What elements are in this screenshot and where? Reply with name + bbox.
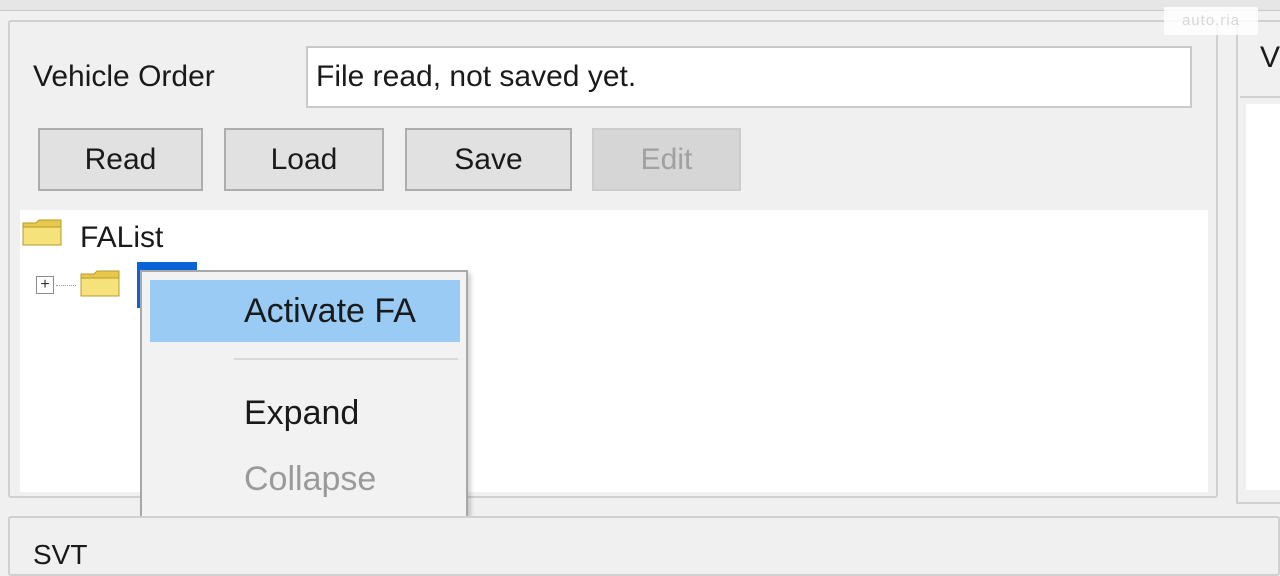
menu-item-collapse: Collapse <box>244 460 377 498</box>
folder-icon <box>22 219 62 246</box>
load-button[interactable]: Load <box>224 128 384 191</box>
menu-item-activate-fa[interactable]: Activate FA <box>150 280 460 342</box>
window-top-strip <box>0 0 1280 11</box>
tree-connector <box>56 285 76 286</box>
folder-icon <box>80 270 120 297</box>
watermark-logo: auto.ria <box>1164 7 1258 35</box>
svt-group <box>8 516 1280 576</box>
read-button[interactable]: Read <box>38 128 203 191</box>
vehicle-order-status-field[interactable]: File read, not saved yet. <box>306 46 1192 108</box>
expand-icon[interactable]: + <box>36 276 54 294</box>
right-panel-content <box>1246 104 1280 490</box>
vehicle-order-label: Vehicle Order <box>33 60 215 93</box>
edit-button: Edit <box>592 128 741 191</box>
right-panel-header: V <box>1260 41 1280 74</box>
right-panel-divider <box>1240 96 1280 98</box>
context-menu: Activate FA Expand Collapse <box>140 270 468 518</box>
save-button[interactable]: Save <box>405 128 572 191</box>
tree-root-falist[interactable]: FAList <box>80 220 163 256</box>
menu-separator <box>234 358 458 360</box>
svt-label: SVT <box>33 539 88 570</box>
menu-item-expand[interactable]: Expand <box>150 382 460 444</box>
